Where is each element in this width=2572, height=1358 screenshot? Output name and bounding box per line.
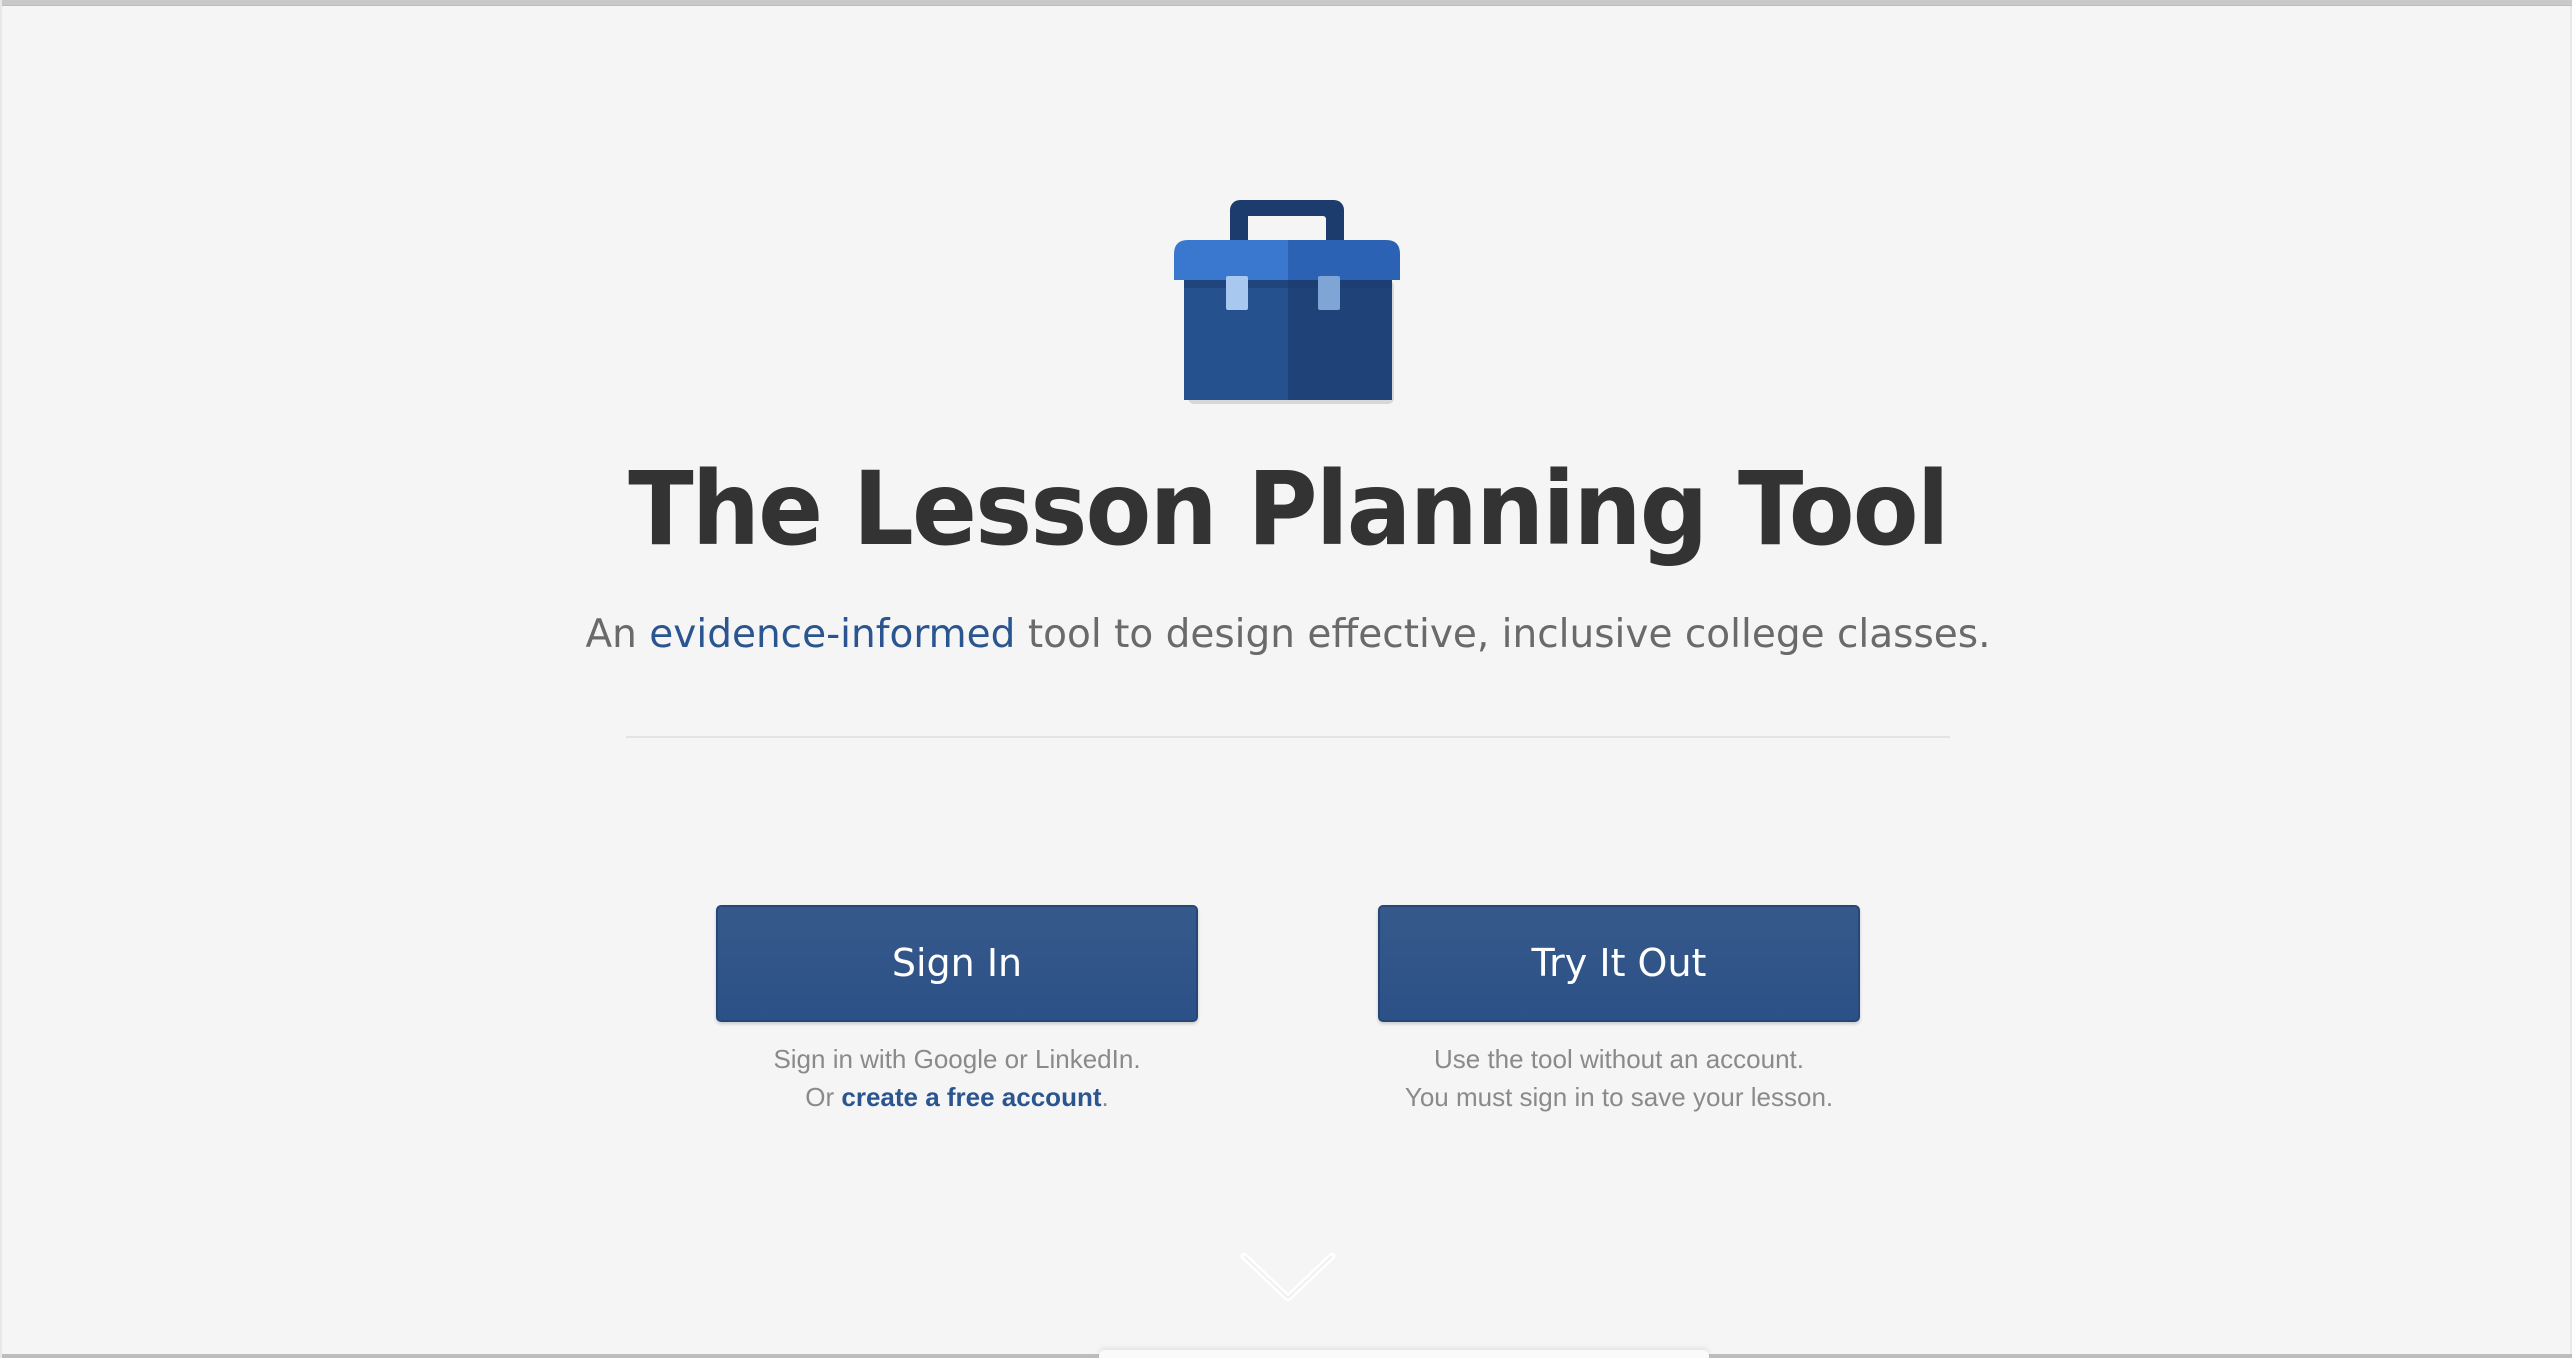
try-it-note: Use the tool without an account. You mus… xyxy=(1319,1040,1919,1116)
landing-page: The Lesson Planning Tool An evidence-inf… xyxy=(0,0,2572,1358)
try-it-out-button[interactable]: Try It Out xyxy=(1378,905,1860,1022)
bottom-panel-tab xyxy=(1099,1350,1709,1358)
sign-in-note-suffix: . xyxy=(1101,1082,1109,1112)
try-it-note-line2: You must sign in to save your lesson. xyxy=(1404,1082,1834,1112)
sign-in-button[interactable]: Sign In xyxy=(716,905,1198,1022)
chevron-down-icon[interactable] xyxy=(1238,1248,1338,1308)
sign-in-note-line1: Sign in with Google or LinkedIn. xyxy=(773,1044,1141,1074)
sign-in-note-line2: Or create a free account. xyxy=(657,1078,1257,1116)
sign-in-note: Sign in with Google or LinkedIn. Or crea… xyxy=(657,1040,1257,1116)
page-title: The Lesson Planning Tool xyxy=(628,450,1949,569)
tagline-suffix: tool to design effective, inclusive coll… xyxy=(1015,612,1991,657)
sign-in-note-prefix: Or xyxy=(805,1082,842,1112)
toolbox-icon xyxy=(1174,200,1400,404)
try-it-note-line1: Use the tool without an account. xyxy=(1433,1044,1804,1074)
tagline: An evidence-informed tool to design effe… xyxy=(2,605,2572,665)
evidence-informed-link[interactable]: evidence-informed xyxy=(649,612,1015,657)
divider xyxy=(626,736,1950,738)
top-border xyxy=(2,0,2572,6)
create-account-link[interactable]: create a free account xyxy=(841,1082,1101,1112)
tagline-prefix: An xyxy=(585,612,650,657)
